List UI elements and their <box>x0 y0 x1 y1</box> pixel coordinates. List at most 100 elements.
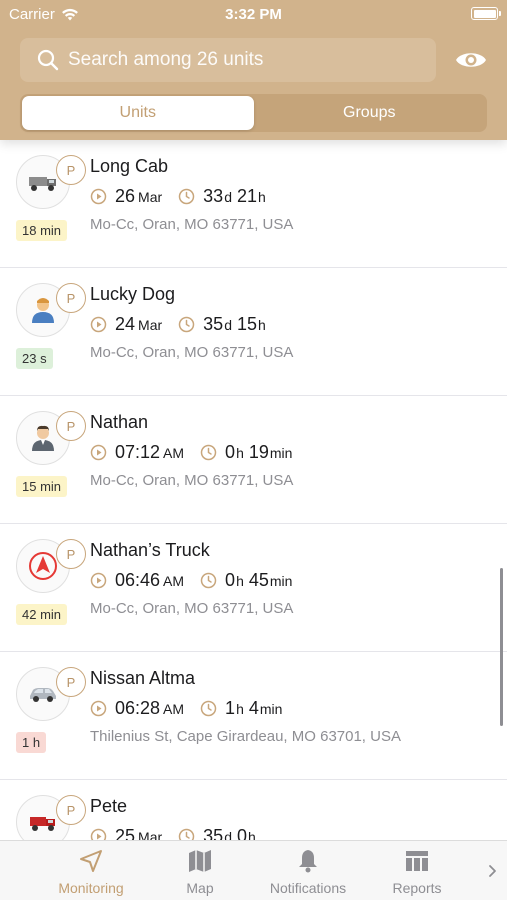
bell-icon <box>293 846 323 876</box>
tab-notifications[interactable]: Notifications <box>260 841 356 900</box>
unit-address: Mo-Cc, Oran, MO 63771, USA <box>90 216 294 233</box>
reports-table-icon <box>402 846 432 876</box>
unit-row-pete[interactable]: P Pete 25 Mar 35 d 0h <box>0 780 507 840</box>
last-update-badge: 18 min <box>16 220 68 241</box>
unit-stats: 07:12 AM 0h 19 min <box>90 442 292 463</box>
unit-row-nissan-altma[interactable]: P 1 h Nissan Altma 06:28 AM 1h 4 min Thile… <box>0 652 507 780</box>
duration-b-unit: h <box>248 829 256 840</box>
header: Carrier 3:32 PM Search among 26 units Un… <box>0 0 507 140</box>
unit-stats: 06:46 AM 0h 45 min <box>90 570 292 591</box>
duration-b-unit: min <box>269 445 293 461</box>
tab-bar: Monitoring Map Notifications Reports <box>0 840 507 900</box>
parking-badge: P <box>56 155 86 185</box>
tab-label: Reports <box>392 880 442 896</box>
duration-a-unit: d <box>224 317 232 333</box>
duration-a-unit: h <box>236 701 244 717</box>
play-circle-icon <box>90 444 107 461</box>
unit-stats: 06:28 AM 1h 4 min <box>90 698 282 719</box>
clock-icon <box>200 572 217 589</box>
search-input[interactable]: Search among 26 units <box>20 38 436 82</box>
last-update-badge: 42 min <box>16 604 68 625</box>
last-update-badge: 23 s <box>16 348 53 369</box>
unit-name: Nathan <box>90 412 149 432</box>
event-time-unit: AM <box>163 445 185 461</box>
event-time: 26 <box>115 186 136 206</box>
event-time-unit: AM <box>163 573 185 589</box>
tab-label: Map <box>186 880 214 896</box>
parking-badge: P <box>56 411 86 441</box>
duration-a: 35 <box>203 314 224 334</box>
search-placeholder: Search among 26 units <box>68 49 264 70</box>
tab-reports[interactable]: Reports <box>386 841 448 900</box>
duration-b: 21 <box>236 186 258 206</box>
unit-address: Thilenius St, Cape Girardeau, MO 63701, … <box>90 728 401 745</box>
unit-stats: 24 Mar 35 d 15 h <box>90 314 266 335</box>
unit-stats: 25 Mar 35 d 0h <box>90 826 256 840</box>
clock-icon <box>178 316 195 333</box>
event-time-unit: Mar <box>138 829 163 840</box>
clock-icon <box>178 828 195 840</box>
event-time: 06:46 <box>115 570 161 590</box>
unit-name: Long Cab <box>90 156 169 176</box>
event-time: 24 <box>115 314 136 334</box>
unit-row-lucky-dog[interactable]: P 23 s Lucky Dog 24 Mar 35 d 15 h Mo-Cc, Or… <box>0 268 507 396</box>
tab-label: Notifications <box>269 880 347 896</box>
duration-a-unit: h <box>236 445 244 461</box>
play-circle-icon <box>90 572 107 589</box>
duration-a: 0 <box>225 570 236 590</box>
tab-map[interactable]: Map <box>170 841 230 900</box>
event-time-unit: Mar <box>138 189 163 205</box>
navigation-arrow-icon <box>76 846 106 876</box>
battery-icon <box>471 7 501 20</box>
status-bar: Carrier 3:32 PM <box>0 0 507 28</box>
unit-row-nathans-truck[interactable]: P 42 min Nathan’s Truck 06:46 AM 0h 45 min… <box>0 524 507 652</box>
segment-groups[interactable]: Groups <box>254 96 486 130</box>
unit-name: Nathan’s Truck <box>90 540 210 560</box>
unit-row-long-cab[interactable]: P 18 min Long Cab 26 Mar 33 d 21 h Mo-Cc, O… <box>0 140 507 268</box>
eye-icon[interactable] <box>455 44 487 76</box>
duration-a-unit: d <box>224 829 232 840</box>
units-groups-segmented-control: Units Groups <box>20 94 487 132</box>
clock: 3:32 PM <box>225 6 282 23</box>
duration-b-unit: h <box>258 317 266 333</box>
unit-address: Mo-Cc, Oran, MO 63771, USA <box>90 344 294 361</box>
clock-icon <box>200 444 217 461</box>
chevron-right-icon[interactable] <box>487 861 499 881</box>
duration-a-unit: h <box>236 573 244 589</box>
duration-b: 19 <box>248 442 269 462</box>
event-time-unit: AM <box>163 701 185 717</box>
duration-a: 33 <box>203 186 224 206</box>
unit-name: Nissan Altma <box>90 668 196 688</box>
unit-address: Mo-Cc, Oran, MO 63771, USA <box>90 472 294 489</box>
clock-icon <box>178 188 195 205</box>
unit-row-nathan[interactable]: P 15 min Nathan 07:12 AM 0h 19 min Mo-Cc, … <box>0 396 507 524</box>
duration-b: 0 <box>236 826 247 840</box>
parking-badge: P <box>56 539 86 569</box>
duration-b: 45 <box>248 570 269 590</box>
unit-address: Mo-Cc, Oran, MO 63771, USA <box>90 600 294 617</box>
event-time-unit: Mar <box>138 317 163 333</box>
play-circle-icon <box>90 828 107 840</box>
last-update-badge: 1 h <box>16 732 47 753</box>
segment-units[interactable]: Units <box>22 96 254 130</box>
scrollbar[interactable] <box>500 568 503 726</box>
event-time: 07:12 <box>115 442 161 462</box>
duration-a-unit: d <box>224 189 232 205</box>
duration-a: 35 <box>203 826 224 840</box>
event-time: 25 <box>115 826 136 840</box>
parking-badge: P <box>56 795 86 825</box>
unit-name: Pete <box>90 796 128 816</box>
unit-stats: 26 Mar 33 d 21 h <box>90 186 266 207</box>
play-circle-icon <box>90 188 107 205</box>
units-list: P 18 min Long Cab 26 Mar 33 d 21 h Mo-Cc, O… <box>0 140 507 840</box>
play-circle-icon <box>90 316 107 333</box>
last-update-badge: 15 min <box>16 476 68 497</box>
clock-icon <box>200 700 217 717</box>
duration-b: 4 <box>248 698 259 718</box>
tab-monitoring[interactable]: Monitoring <box>44 841 138 900</box>
parking-badge: P <box>56 283 86 313</box>
map-icon <box>185 846 215 876</box>
parking-badge: P <box>56 667 86 697</box>
event-time: 06:28 <box>115 698 161 718</box>
search-icon <box>28 38 68 82</box>
